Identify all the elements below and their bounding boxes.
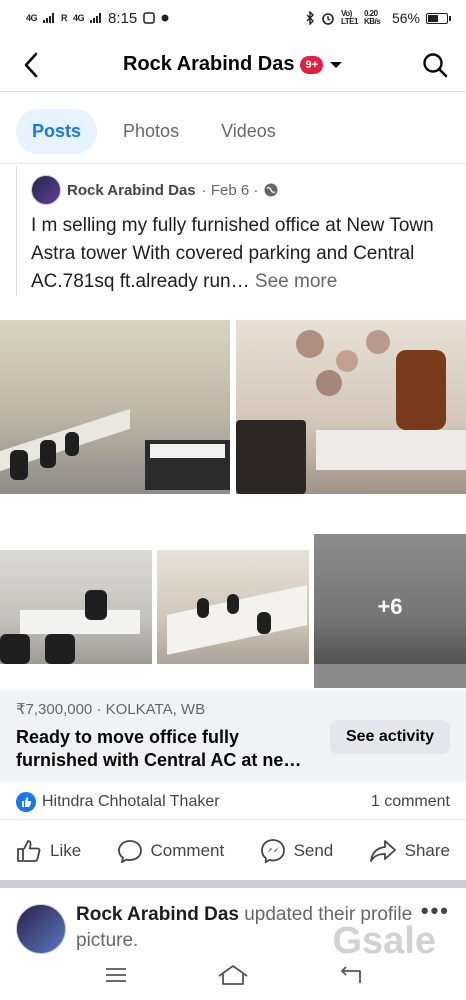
chair-shape [396,350,446,430]
alarm-icon [322,13,334,25]
reactions-row: Hitndra Chhotalal Thaker 1 comment [0,784,466,820]
share-button[interactable]: Share [369,839,450,863]
wall-decor-shape [296,330,324,358]
post-photo-5[interactable]: +6 [314,534,466,688]
chair-shape [227,594,239,614]
wall-decor-shape [336,350,358,372]
avatar[interactable] [16,904,66,954]
desk-top-shape [150,444,225,458]
post-text: I m selling my fully furnished office at… [17,206,466,296]
net-speed: 0.20 KB/s [363,9,381,26]
post-date: · Feb 6 · [201,181,259,199]
chair-shape [0,634,30,664]
battery-fill [428,14,438,22]
comment-count[interactable]: 1 comment [371,793,450,811]
chair-shape [65,432,79,456]
back-nav-icon[interactable] [338,965,362,985]
like-button[interactable]: Like [16,839,81,863]
post-author[interactable]: Rock Arabind Das [67,182,196,199]
roaming-label: R [61,13,68,23]
system-nav-bar [0,950,466,1000]
post-photo-4[interactable] [157,550,309,664]
feed-divider [0,880,466,888]
comment-icon [117,840,142,863]
desk-shape [316,430,466,470]
comment-label: Comment [150,841,225,860]
share-label: Share [404,841,450,860]
page-title: Rock Arabind Das [122,53,295,75]
notification-badge: 9+ [300,55,324,74]
like-reaction-icon [16,791,36,812]
chevron-left-icon [24,52,38,77]
send-label: Send [293,841,334,860]
status-right: Vo) LTE1 0.20 KB/s 56% [305,9,451,26]
menu-icon[interactable] [104,966,128,984]
signal-label-2: 4G [73,13,85,23]
marketplace-listing[interactable]: ₹7,300,000 · KOLKATA, WB Ready to move o… [0,690,466,782]
sofa-shape [236,420,306,494]
post-photo-1[interactable] [0,320,230,494]
signal-icon-2 [90,13,102,23]
battery-icon [426,12,451,24]
chair-shape [85,590,107,620]
more-photos-overlay[interactable]: +6 [314,550,466,664]
post-photo-2[interactable] [236,320,466,494]
status-left: 4G R 4G 8:15 [26,10,169,27]
reaction-summary[interactable]: Hitndra Chhotalal Thaker [16,791,220,812]
comment-button[interactable]: Comment [117,839,225,863]
signal-icon [43,13,55,23]
like-label: Like [50,841,82,860]
post-body: I m selling my fully furnished office at… [31,215,434,292]
header-title-group[interactable]: Rock Arabind Das 9+ [123,53,343,76]
tab-photos[interactable]: Photos [107,109,195,154]
battery-percent: 56% [391,10,420,26]
status-bar: 4G R 4G 8:15 Vo) LTE1 0.20 KB/s 56% [0,0,466,36]
send-button[interactable]: Send [260,838,334,864]
chair-shape [40,440,56,468]
globe-icon [264,183,278,197]
page-header: Rock Arabind Das 9+ [0,38,466,92]
signal-label-1: 4G [26,13,38,23]
search-button[interactable] [420,50,450,80]
post-photo-3[interactable] [0,550,152,664]
next-post-author[interactable]: Rock Arabind Das [76,904,239,925]
wall-decor-shape [366,330,390,354]
post-actions: Like Comment Send Share [0,822,466,880]
bluetooth-icon [306,11,314,25]
shared-post[interactable]: Rock Arabind Das · Feb 6 · I m selling m… [16,166,466,296]
wall-decor-shape [316,370,342,396]
reactor-name: Hitndra Chhotalal Thaker [42,792,220,810]
tab-posts[interactable]: Posts [16,109,98,154]
home-icon[interactable] [217,964,249,986]
chair-shape [45,634,75,664]
search-icon [423,52,448,77]
notification-dot-icon [161,14,169,22]
back-button[interactable] [16,50,46,80]
caret-down-icon [330,61,343,68]
see-activity-button[interactable]: See activity [329,720,450,754]
more-photos-count: +6 [377,594,403,619]
see-more-link[interactable]: See more [255,271,337,292]
avatar[interactable] [31,175,61,205]
volte-label: Vo) LTE1 [341,9,358,26]
chair-shape [257,612,271,634]
tab-videos[interactable]: Videos [205,109,292,154]
profile-tabs: Posts Photos Videos [0,100,466,164]
listing-title: Ready to move office fully furnished wit… [16,727,302,770]
like-icon [17,840,41,862]
listing-price-location: ₹7,300,000 · KOLKATA, WB [16,701,206,718]
clock: 8:15 [108,9,138,27]
chair-shape [197,598,209,618]
post-author-row: Rock Arabind Das · Feb 6 · [17,166,466,206]
desk-shape [20,610,140,634]
chair-shape [10,450,28,480]
share-icon [369,840,396,862]
messenger-icon [260,839,285,864]
gallery-icon [143,12,155,24]
